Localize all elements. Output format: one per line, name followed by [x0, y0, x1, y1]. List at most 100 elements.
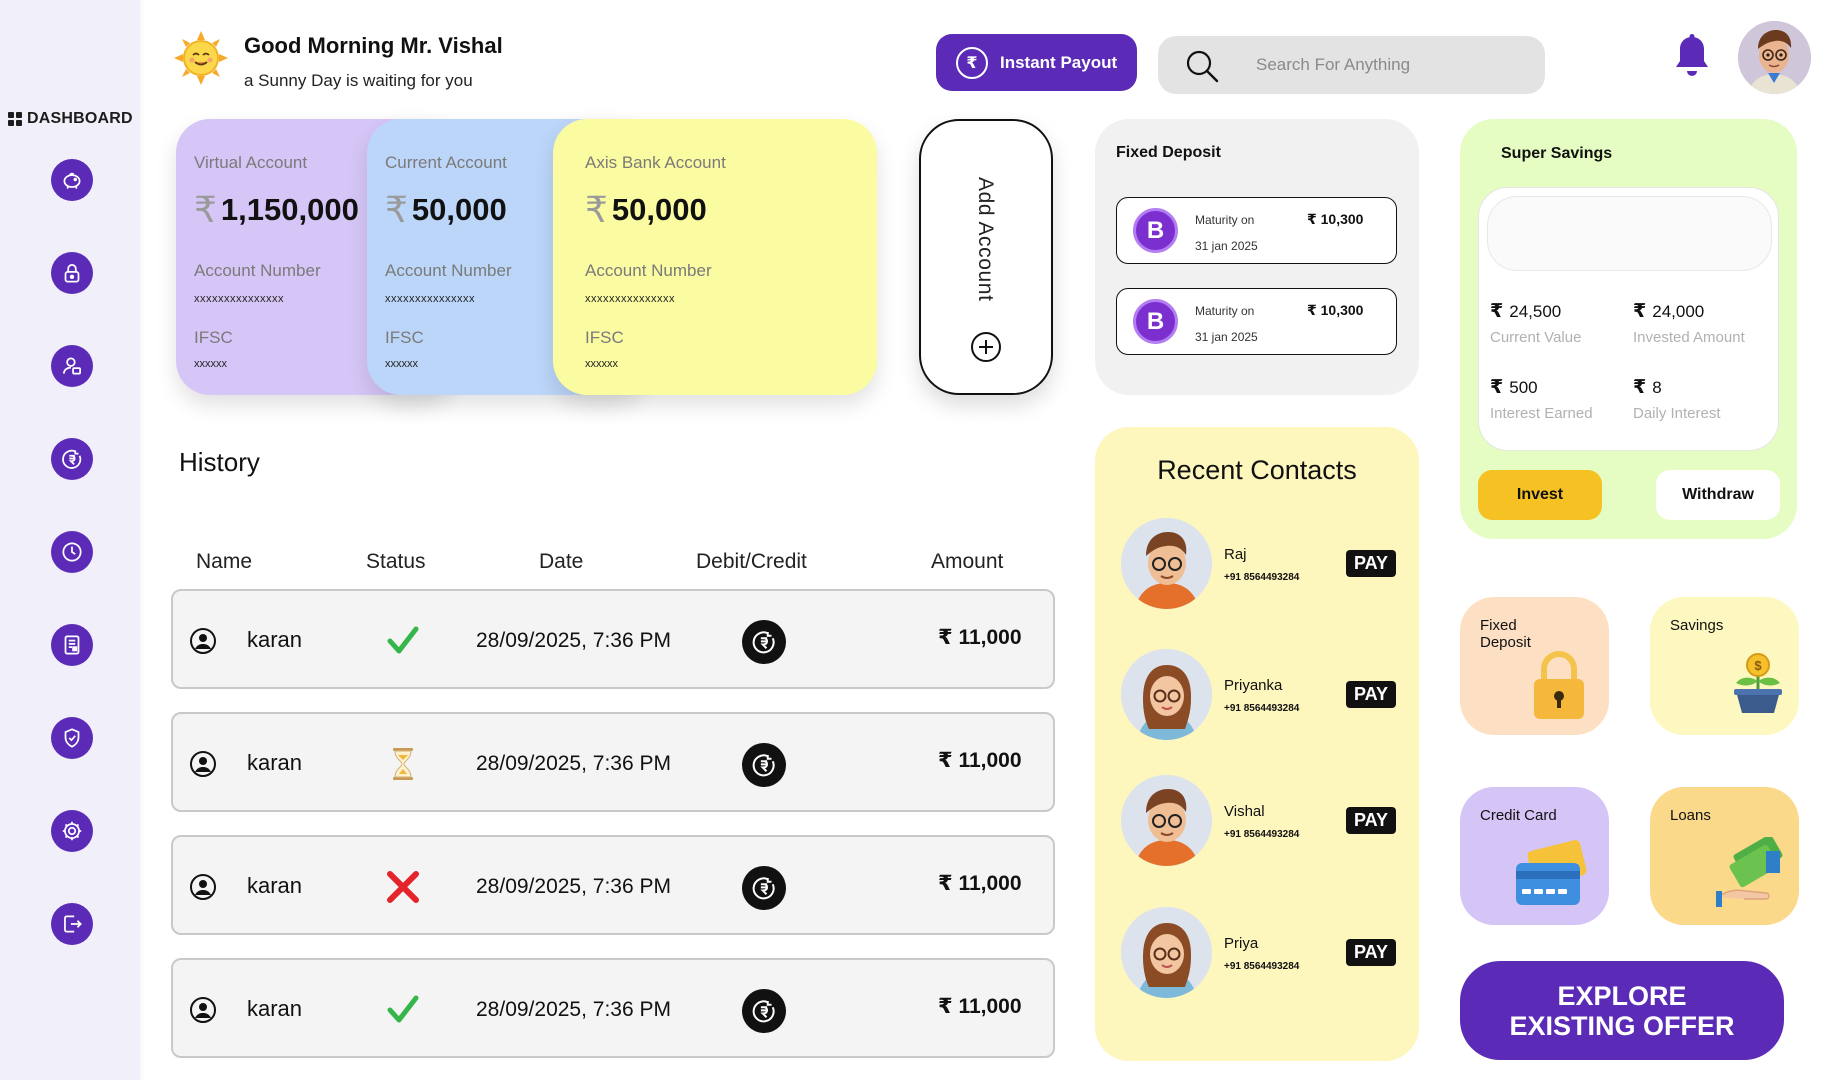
rupee-transfer-icon[interactable] [51, 438, 93, 480]
pay-button[interactable]: PAY [1346, 939, 1396, 966]
tile-label: Fixed Deposit [1480, 617, 1531, 651]
logout-icon[interactable] [51, 903, 93, 945]
row-date: 28/09/2025, 7:36 PM [476, 629, 671, 652]
tile-label: Savings [1670, 617, 1724, 634]
deposit-value: ₹ 10,300 [1307, 302, 1364, 318]
shield-icon[interactable] [51, 717, 93, 759]
report-icon[interactable] [51, 624, 93, 666]
contact-avatar [1121, 518, 1212, 609]
invested-amount-stat: ₹24,000 Invested Amount [1633, 301, 1745, 346]
user-circle-icon [190, 997, 216, 1023]
gear-icon[interactable] [51, 810, 93, 852]
table-row[interactable]: karan 28/09/2025, 7:36 PM ₹ 11,000 [171, 835, 1055, 935]
avatar[interactable] [1738, 21, 1811, 94]
rupee-transfer-icon[interactable] [742, 989, 786, 1033]
credit-card-tile[interactable]: Credit Card [1460, 787, 1609, 925]
loans-tile[interactable]: Loans [1650, 787, 1799, 925]
payout-label: Instant Payout [1000, 52, 1118, 72]
table-row[interactable]: karan 28/09/2025, 7:36 PM ₹ 11,000 [171, 589, 1055, 689]
pay-button[interactable]: PAY [1346, 807, 1396, 834]
super-savings-title: Super Savings [1501, 145, 1613, 162]
fixed-deposit-panel: Fixed Deposit B Maturity on 31 jan 2025 … [1095, 119, 1419, 395]
instant-payout-button[interactable]: ₹ Instant Payout [936, 34, 1137, 91]
column-header-status: Status [366, 550, 426, 573]
invest-button[interactable]: Invest [1478, 470, 1602, 520]
table-row[interactable]: karan 28/09/2025, 7:36 PM ₹ 11,000 [171, 958, 1055, 1058]
contact-phone: +91 8564493284 [1224, 961, 1300, 972]
maturity-date: 31 jan 2025 [1195, 330, 1258, 344]
loan-money-icon [1716, 837, 1783, 907]
recent-contacts-panel: Recent Contacts Raj +91 8564493284 PAY P… [1095, 427, 1419, 1061]
account-amount: 1,150,000 [220, 192, 359, 227]
account-number-label: Account Number [585, 261, 712, 280]
contact-name: Raj [1224, 546, 1247, 563]
tile-label: Loans [1670, 807, 1711, 824]
account-title: Axis Bank Account [585, 153, 726, 172]
explore-line-2: EXISTING OFFER [1509, 1010, 1735, 1041]
stat-label: Invested Amount [1633, 329, 1745, 346]
ifsc-label: IFSC [585, 328, 624, 347]
user-icon[interactable] [51, 345, 93, 387]
bank-logo-icon: B [1133, 208, 1178, 253]
add-account-label: Add Account [974, 177, 997, 302]
search-input[interactable] [1256, 36, 1526, 94]
payout-rupee-icon: ₹ [956, 46, 988, 79]
maturity-date: 31 jan 2025 [1195, 239, 1258, 253]
search-bar [1158, 36, 1545, 94]
rupee-transfer-icon[interactable] [742, 743, 786, 787]
history-icon[interactable] [51, 531, 93, 573]
add-account-button[interactable]: Add Account [919, 119, 1053, 395]
rupee-transfer-icon[interactable] [742, 620, 786, 664]
user-circle-icon [190, 628, 216, 654]
credit-card-icon [1516, 840, 1587, 905]
row-name: karan [247, 627, 303, 652]
contact-avatar [1121, 775, 1212, 866]
fixed-deposit-item[interactable]: B Maturity on 31 jan 2025 ₹ 10,300 [1116, 288, 1397, 355]
savings-summary-card: ₹24,500 Current Value ₹24,000 Invested A… [1478, 187, 1779, 451]
contact-name: Priyanka [1224, 677, 1283, 694]
deposit-value: ₹ 10,300 [1307, 211, 1364, 227]
savings-tile[interactable]: Savings $ [1650, 597, 1799, 735]
search-icon[interactable] [1184, 48, 1220, 84]
contact-item[interactable]: Vishal +91 8564493284 PAY [1121, 775, 1401, 867]
contact-phone: +91 8564493284 [1224, 703, 1300, 714]
pay-button[interactable]: PAY [1346, 550, 1396, 577]
sidebar: DASHBOARD [0, 0, 140, 1080]
lock-icon[interactable] [51, 252, 93, 294]
account-balance: ₹50,000 [585, 189, 859, 231]
pay-button[interactable]: PAY [1346, 681, 1396, 708]
ifsc-value: xxxxxx [585, 358, 618, 370]
fixed-deposit-item[interactable]: B Maturity on 31 jan 2025 ₹ 10,300 [1116, 197, 1397, 264]
stat-label: Interest Earned [1490, 405, 1593, 422]
explore-offer-button[interactable]: EXPLORE EXISTING OFFER [1460, 961, 1784, 1060]
rupee-transfer-icon[interactable] [742, 866, 786, 910]
contact-item[interactable]: Priyanka +91 8564493284 PAY [1121, 649, 1401, 741]
bell-icon[interactable] [1672, 33, 1712, 81]
hourglass-icon [383, 744, 423, 784]
savings-chart-placeholder [1487, 196, 1772, 271]
greeting-title: Good Morning Mr. Vishal [244, 33, 503, 58]
axis-bank-account-card[interactable]: Axis Bank Account ₹50,000 Account Number… [553, 119, 877, 395]
rupee-icon: ₹ [385, 189, 408, 230]
maturity-label: Maturity on [1195, 304, 1255, 318]
fixed-deposit-tile[interactable]: Fixed Deposit [1460, 597, 1609, 735]
table-row[interactable]: karan 28/09/2025, 7:36 PM ₹ 11,000 [171, 712, 1055, 812]
maturity-label: Maturity on [1195, 213, 1255, 227]
current-value-stat: ₹24,500 Current Value [1490, 301, 1582, 346]
sidebar-dashboard-link[interactable]: DASHBOARD [8, 110, 133, 128]
contact-item[interactable]: Priya +91 8564493284 PAY [1121, 907, 1401, 999]
contact-name: Vishal [1224, 803, 1265, 820]
contact-item[interactable]: Raj +91 8564493284 PAY [1121, 518, 1401, 610]
user-circle-icon [190, 874, 216, 900]
row-amount: ₹ 11,000 [938, 872, 1022, 895]
contact-phone: +91 8564493284 [1224, 572, 1300, 583]
recent-contacts-title: Recent Contacts [1157, 455, 1357, 485]
row-name: karan [247, 873, 303, 898]
user-circle-icon [190, 751, 216, 777]
stat-value: 24,000 [1652, 302, 1705, 321]
explore-line-1: EXPLORE [1557, 980, 1687, 1011]
piggy-bank-icon[interactable] [51, 159, 93, 201]
withdraw-button[interactable]: Withdraw [1656, 470, 1780, 520]
interest-earned-stat: ₹500 Interest Earned [1490, 377, 1593, 422]
account-amount: 50,000 [611, 192, 707, 227]
